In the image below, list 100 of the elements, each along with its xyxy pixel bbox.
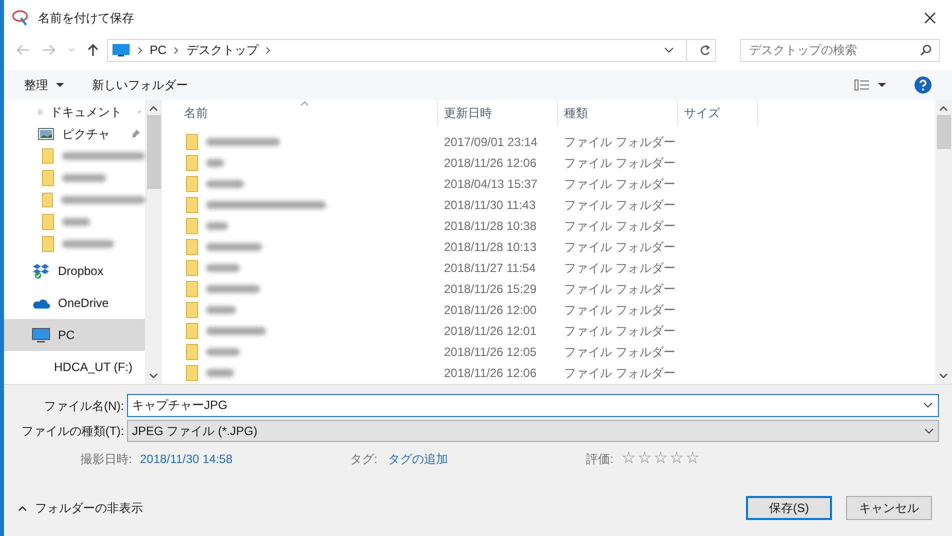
chevron-down-icon[interactable]: [939, 373, 948, 378]
table-cell-text: ファイル フォルダー: [563, 134, 676, 150]
folder-icon: [186, 260, 198, 276]
column-header[interactable]: サイズ: [678, 100, 758, 126]
sidebar-label: Dropbox: [58, 263, 104, 280]
chevron-down-icon[interactable]: [923, 402, 933, 408]
table-cell-text: 2018/04/13 15:37: [443, 176, 538, 192]
table-cell-text: ファイル フォルダー: [563, 260, 676, 276]
sidebar-item[interactable]: ピクチャ: [4, 123, 145, 145]
table-cell-text: 2018/11/28 10:38: [443, 218, 538, 234]
table-cell-text: 2018/11/26 12:00: [443, 302, 538, 318]
sidebar-item[interactable]: ドキュメント: [4, 101, 145, 123]
new-folder-button[interactable]: 新しいフォルダー: [92, 76, 188, 94]
up-arrow-icon[interactable]: [86, 43, 99, 57]
paint-app-icon: [12, 10, 30, 26]
scrollbar-thumb[interactable]: [936, 115, 950, 149]
table-cell-text: ファイル フォルダー: [563, 364, 676, 382]
organize-menu-button[interactable]: 整理: [24, 76, 64, 94]
search-icon[interactable]: [920, 44, 932, 56]
hide-folders-button[interactable]: フォルダーの非表示: [18, 499, 143, 517]
sidebar-label: ドキュメント: [50, 104, 122, 121]
table-cell-text: 2018/11/26 15:29: [443, 280, 538, 298]
blurred-text: [206, 158, 224, 166]
date-value[interactable]: 2018/11/30 14:58: [140, 450, 350, 468]
caret-icon: [56, 83, 64, 87]
table-cell-text: ファイル フォルダー: [563, 154, 676, 172]
folder-icon: [186, 154, 198, 170]
table-cell-text: 2018/11/26 12:01: [443, 322, 538, 340]
chevron-up-icon[interactable]: [939, 106, 948, 111]
blurred-text: [206, 284, 260, 292]
scrollbar[interactable]: [145, 100, 162, 384]
column-header[interactable]: 種類: [558, 100, 678, 126]
field-label: ファイル名(N):: [43, 398, 125, 414]
cloud-icon: [32, 297, 50, 309]
sidebar-item[interactable]: Dropbox: [4, 255, 145, 287]
table-cell-text: 2018/11/26 12:06: [443, 364, 538, 382]
table-cell-text: 2018/11/26 12:05: [443, 344, 538, 360]
folder-icon: [42, 170, 54, 186]
breadcrumb-item[interactable]: デスクトップ: [186, 41, 258, 59]
sidebar-item[interactable]: PC: [4, 319, 145, 351]
search-field[interactable]: デスクトップの検索: [740, 38, 940, 62]
folder-icon: [42, 192, 53, 208]
sidebar-item[interactable]: HDCA_UT (F:): [4, 351, 145, 383]
folder-icon: [186, 176, 198, 192]
sort-ascending-icon: [300, 101, 309, 106]
blurred-text: [206, 180, 244, 188]
chevron-up-icon[interactable]: [149, 106, 158, 111]
table-cell-text: ファイル フォルダー: [563, 196, 676, 214]
help-icon[interactable]: [914, 76, 932, 94]
chevron-down-icon[interactable]: [149, 373, 158, 378]
close-icon[interactable]: [924, 12, 936, 24]
monitor-icon: [112, 43, 130, 57]
save-button[interactable]: 保存(S): [746, 496, 832, 520]
sidebar-item[interactable]: OneDrive: [4, 287, 145, 319]
sidebar-label: HDCA_UT (F:): [54, 359, 132, 376]
scrollbar[interactable]: [935, 100, 952, 384]
blurred-text: [62, 174, 106, 182]
field-label: ファイルの種類(T):: [20, 422, 125, 440]
refresh-icon[interactable]: [698, 44, 711, 56]
folder-icon: [42, 148, 54, 164]
blurred-text: [62, 218, 90, 226]
table-cell-text: ファイル フォルダー: [563, 238, 676, 256]
file-type-dropdown[interactable]: JPEG ファイル (*.JPG): [127, 420, 939, 442]
table-cell-text: 2017/09/01 23:14: [443, 134, 538, 150]
folder-icon: [42, 236, 54, 252]
column-header[interactable]: 更新日時: [438, 100, 558, 126]
folder-icon: [186, 364, 198, 380]
blurred-text: [206, 222, 228, 230]
blurred-text: [62, 240, 114, 248]
dropdown-arrow-icon[interactable]: [878, 83, 886, 87]
chevron-right-icon: [266, 46, 270, 54]
chevron-right-icon: [174, 46, 178, 54]
field-label: タグ:: [350, 451, 378, 468]
blurred-text: [206, 306, 236, 314]
folder-icon: [186, 322, 198, 338]
folder-icon: [186, 134, 198, 150]
table-cell-text: ファイル フォルダー: [563, 280, 676, 298]
chevron-right-icon: [138, 46, 142, 54]
picture-icon: [38, 128, 54, 140]
view-options-icon[interactable]: [854, 79, 870, 91]
sidebar-label: OneDrive: [58, 295, 109, 312]
chevron-down-icon[interactable]: [664, 47, 674, 53]
cancel-button[interactable]: キャンセル: [846, 496, 932, 520]
column-header[interactable]: 名前: [170, 100, 438, 126]
window-title: 名前を付けて保存: [38, 10, 134, 27]
chevron-up-icon: [18, 506, 27, 510]
blurred-text: [206, 368, 234, 376]
blurred-text: [206, 326, 266, 334]
table-cell-text: ファイル フォルダー: [563, 344, 676, 360]
table-cell-text: 2018/11/30 11:43: [443, 196, 537, 214]
folder-icon: [186, 196, 198, 212]
address-bar[interactable]: PC デスクトップ: [106, 38, 716, 62]
sidebar-label: PC: [58, 327, 75, 344]
folder-icon: [186, 238, 198, 254]
add-tag-link[interactable]: タグの追加: [388, 450, 586, 468]
filename-field[interactable]: キャプチャーJPG: [127, 394, 939, 417]
scrollbar-thumb[interactable]: [146, 115, 160, 189]
sidebar-label: ピクチャ: [62, 126, 110, 143]
chevron-down-icon[interactable]: [924, 428, 934, 434]
breadcrumb-item[interactable]: PC: [150, 41, 166, 59]
